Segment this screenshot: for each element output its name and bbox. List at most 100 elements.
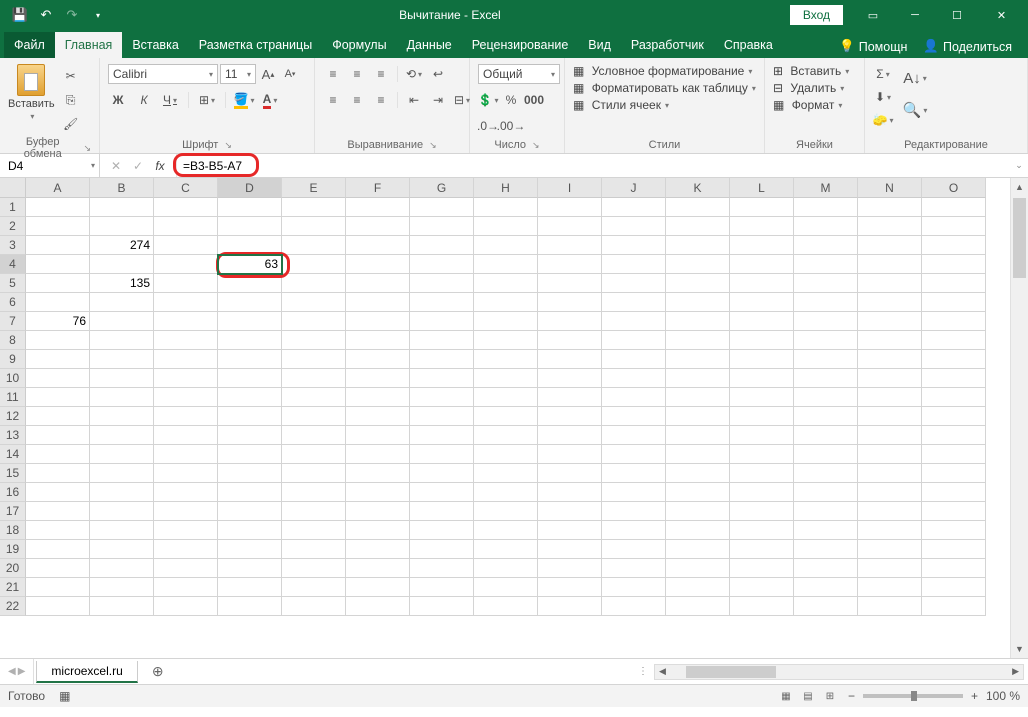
cell[interactable] <box>730 502 794 521</box>
zoom-out-button[interactable]: − <box>848 689 855 703</box>
cell[interactable] <box>538 597 602 616</box>
cell[interactable] <box>218 559 282 578</box>
cell[interactable] <box>154 312 218 331</box>
cell[interactable] <box>666 331 730 350</box>
cell[interactable] <box>26 217 90 236</box>
cell[interactable] <box>666 369 730 388</box>
column-header[interactable]: K <box>666 178 730 198</box>
row-header[interactable]: 8 <box>0 331 26 350</box>
cancel-formula-icon[interactable]: ✕ <box>106 159 126 173</box>
cell[interactable] <box>666 578 730 597</box>
decrease-decimal-icon[interactable]: .00→ <box>501 116 521 136</box>
cell[interactable] <box>858 236 922 255</box>
cell[interactable] <box>282 502 346 521</box>
cell[interactable] <box>410 293 474 312</box>
cell[interactable] <box>666 236 730 255</box>
column-header[interactable]: F <box>346 178 410 198</box>
tab-file[interactable]: Файл <box>4 32 55 58</box>
cell[interactable] <box>602 369 666 388</box>
font-color-icon[interactable]: A▾ <box>260 90 280 110</box>
cell[interactable] <box>730 331 794 350</box>
cell[interactable] <box>922 540 986 559</box>
cell[interactable] <box>474 521 538 540</box>
cell[interactable] <box>602 255 666 274</box>
cell[interactable] <box>858 483 922 502</box>
view-page-break-icon[interactable]: ⊞ <box>820 687 840 705</box>
qat-customize-icon[interactable]: ▾ <box>86 3 110 27</box>
tab-review[interactable]: Рецензирование <box>462 32 579 58</box>
cell[interactable] <box>474 597 538 616</box>
column-header[interactable]: N <box>858 178 922 198</box>
cell[interactable] <box>602 464 666 483</box>
cell[interactable] <box>922 483 986 502</box>
cell[interactable] <box>474 350 538 369</box>
cell[interactable] <box>858 597 922 616</box>
cell[interactable] <box>346 502 410 521</box>
cell[interactable] <box>602 293 666 312</box>
cell[interactable] <box>538 464 602 483</box>
cell[interactable] <box>410 502 474 521</box>
cells-area[interactable]: 2746313576 <box>26 198 1010 658</box>
underline-button[interactable]: Ч▾ <box>160 90 180 110</box>
copy-icon[interactable]: ⎘ <box>61 90 81 110</box>
format-as-table-button[interactable]: ▦ Форматировать как таблицу▾ <box>573 81 756 95</box>
tab-view[interactable]: Вид <box>578 32 621 58</box>
cell[interactable] <box>474 407 538 426</box>
cell[interactable] <box>858 559 922 578</box>
sheet-nav-next-icon[interactable]: ▶ <box>18 666 26 677</box>
cell[interactable] <box>346 350 410 369</box>
cell[interactable] <box>90 483 154 502</box>
cell[interactable] <box>282 217 346 236</box>
font-size-combo[interactable]: 11▾ <box>220 64 256 84</box>
row-header[interactable]: 2 <box>0 217 26 236</box>
cell[interactable] <box>922 426 986 445</box>
zoom-in-button[interactable]: + <box>971 689 978 703</box>
cell[interactable] <box>26 369 90 388</box>
cell[interactable] <box>538 293 602 312</box>
cell[interactable] <box>666 559 730 578</box>
cell[interactable] <box>922 217 986 236</box>
cell[interactable] <box>154 236 218 255</box>
cell[interactable] <box>282 274 346 293</box>
cell[interactable] <box>410 540 474 559</box>
cell[interactable] <box>794 198 858 217</box>
cell[interactable] <box>410 312 474 331</box>
cell[interactable] <box>346 331 410 350</box>
cell[interactable] <box>730 597 794 616</box>
cell[interactable] <box>538 312 602 331</box>
align-middle-icon[interactable]: ≡ <box>347 64 367 84</box>
cell[interactable] <box>666 540 730 559</box>
number-format-combo[interactable]: Общий▾ <box>478 64 560 84</box>
cell[interactable] <box>858 445 922 464</box>
cell[interactable] <box>602 445 666 464</box>
cell[interactable] <box>410 597 474 616</box>
cell[interactable] <box>474 483 538 502</box>
increase-indent-icon[interactable]: ⇥ <box>428 90 448 110</box>
cell[interactable] <box>666 426 730 445</box>
scroll-down-icon[interactable]: ▼ <box>1011 640 1028 658</box>
cell[interactable] <box>922 198 986 217</box>
cell[interactable] <box>474 578 538 597</box>
cell[interactable] <box>538 540 602 559</box>
clear-icon[interactable]: 🧽▾ <box>873 110 893 130</box>
cell[interactable] <box>282 331 346 350</box>
cell[interactable] <box>26 198 90 217</box>
cell[interactable] <box>346 426 410 445</box>
cell[interactable] <box>730 426 794 445</box>
cell[interactable] <box>346 521 410 540</box>
cell[interactable] <box>922 293 986 312</box>
cell[interactable] <box>90 502 154 521</box>
cell[interactable] <box>410 274 474 293</box>
cell[interactable] <box>410 217 474 236</box>
column-header[interactable]: B <box>90 178 154 198</box>
cell[interactable] <box>410 350 474 369</box>
cell[interactable] <box>922 521 986 540</box>
cell[interactable] <box>154 388 218 407</box>
cell[interactable] <box>282 559 346 578</box>
select-all-corner[interactable] <box>0 178 26 198</box>
cell[interactable] <box>218 293 282 312</box>
cell[interactable] <box>410 578 474 597</box>
cell[interactable] <box>538 198 602 217</box>
merge-icon[interactable]: ⊟▾ <box>452 90 472 110</box>
cell[interactable] <box>26 255 90 274</box>
